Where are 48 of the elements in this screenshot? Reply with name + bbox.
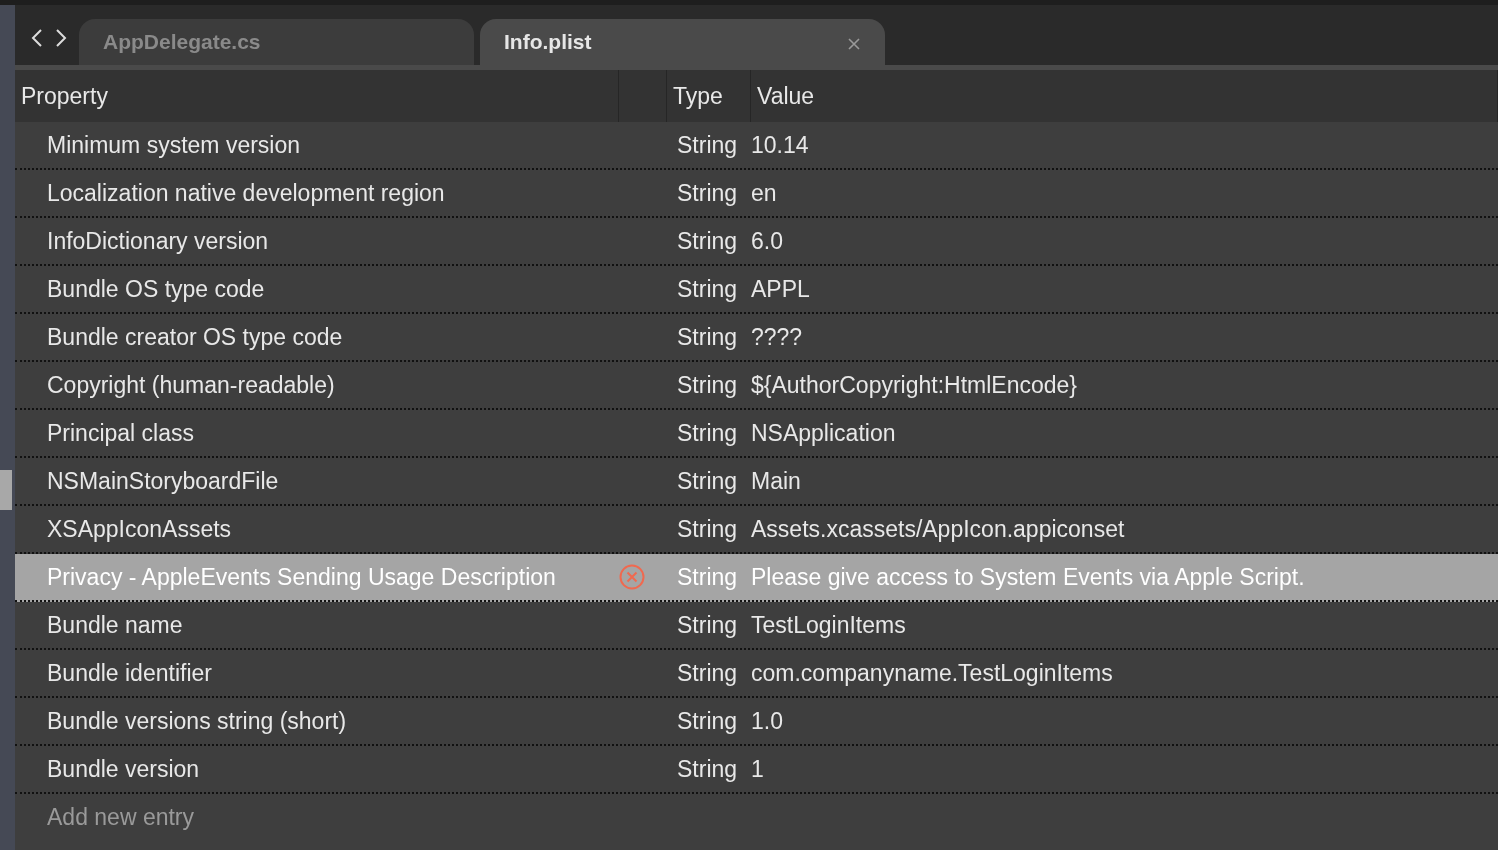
editor-tab[interactable]: Info.plist [480, 19, 885, 65]
type-value: String [677, 706, 738, 736]
property-name: Copyright (human-readable) [47, 370, 335, 400]
close-icon [847, 36, 861, 51]
property-name: Bundle versions string (short) [47, 706, 347, 736]
type-value: String [677, 466, 738, 496]
property-name: NSMainStoryboardFile [47, 466, 279, 496]
property-name: Bundle identifier [47, 658, 212, 688]
property-value: com.companyname.TestLoginItems [751, 658, 1113, 688]
chevron-left-icon [31, 27, 43, 48]
chevron-right-icon [55, 27, 67, 48]
property-value: ${AuthorCopyright:HtmlEncode} [751, 370, 1078, 400]
type-value: String [677, 130, 738, 160]
property-name: XSAppIconAssets [47, 514, 232, 544]
property-name: Privacy - AppleEvents Sending Usage Description [47, 562, 556, 592]
property-value: ???? [751, 322, 803, 352]
property-value: TestLoginItems [751, 610, 906, 640]
property-value: APPL [751, 274, 810, 304]
type-value: String [677, 610, 738, 640]
property-value: NSApplication [751, 418, 896, 448]
property-name: Bundle OS type code [47, 274, 265, 304]
property-value: 1 [751, 754, 764, 784]
scrollbar-thumb[interactable] [0, 470, 12, 510]
property-name: Localization native development region [47, 178, 445, 208]
type-value: String [677, 418, 738, 448]
property-value: Main [751, 466, 801, 496]
property-value: 6.0 [751, 226, 783, 256]
type-value: String [677, 754, 738, 784]
type-value: String [677, 322, 738, 352]
property-name: InfoDictionary version [47, 226, 269, 256]
type-value: String [677, 562, 738, 592]
property-name: Principal class [47, 418, 194, 448]
property-value: en [751, 178, 777, 208]
property-value: 10.14 [751, 130, 809, 160]
add-entry-link[interactable]: Add new entry [47, 799, 195, 835]
type-value: String [677, 274, 738, 304]
property-value: Assets.xcassets/AppIcon.appiconset [751, 514, 1125, 544]
property-name: Bundle version [47, 754, 200, 784]
property-name: Bundle creator OS type code [47, 322, 343, 352]
property-name: Minimum system version [47, 130, 301, 160]
type-value: String [677, 370, 738, 400]
type-value: String [677, 658, 738, 688]
property-name: Bundle name [47, 610, 183, 640]
property-value: Please give access to System Events via Apple Script. [751, 562, 1305, 592]
property-value: 1.0 [751, 706, 783, 736]
type-value: String [677, 226, 738, 256]
type-value: String [677, 178, 738, 208]
type-value: String [677, 514, 738, 544]
